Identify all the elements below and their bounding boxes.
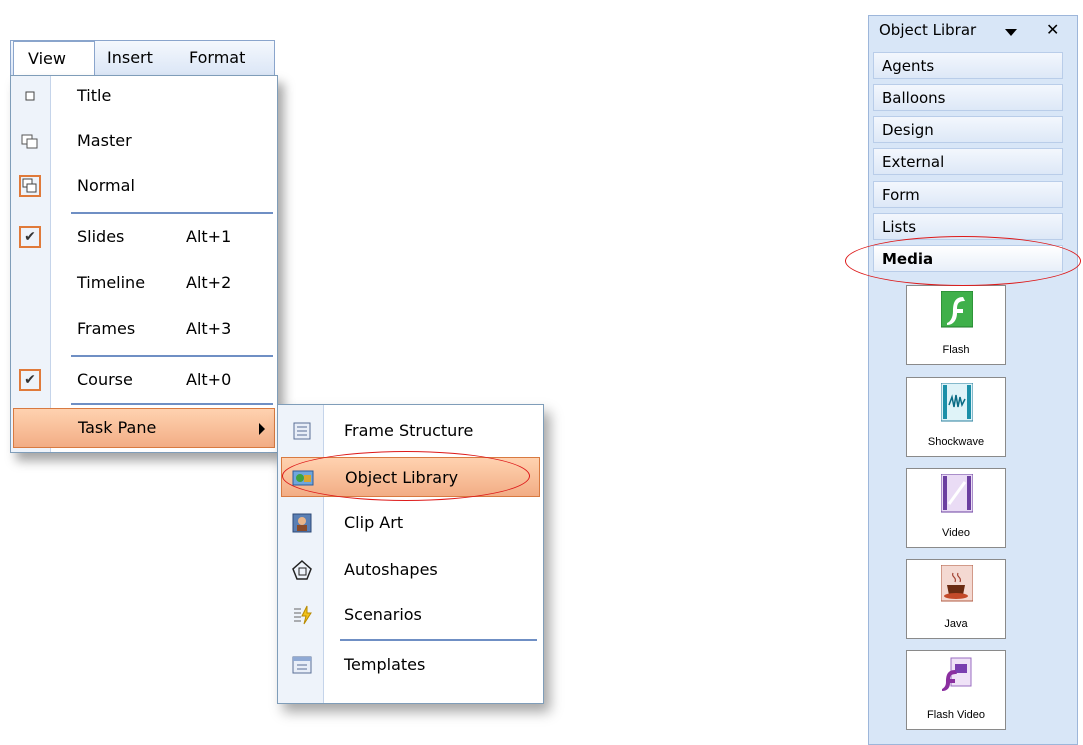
view-menu-item-normal[interactable]: Normal: [11, 166, 277, 208]
frame-structure-icon: [291, 420, 313, 442]
media-item-label: Java: [944, 618, 968, 630]
media-item-video[interactable]: Video: [906, 468, 1006, 548]
object-library-icon: [292, 467, 314, 489]
submenu-arrow-icon: [259, 423, 265, 435]
submenu-item-templates[interactable]: Templates: [278, 643, 543, 687]
submenu-item-scenarios[interactable]: Scenarios: [278, 593, 543, 637]
view-menu-shortcut: Alt+0: [186, 370, 232, 389]
view-menu-label: Slides: [77, 227, 125, 246]
submenu-item-object-library[interactable]: Object Library: [281, 457, 540, 497]
submenu-label: Autoshapes: [344, 560, 438, 579]
category-label: Form: [882, 186, 920, 204]
view-menu-shortcut: Alt+3: [186, 319, 232, 338]
shockwave-icon: [941, 383, 973, 422]
menu-view[interactable]: View: [13, 41, 95, 76]
checkmark-icon: ✔: [19, 369, 41, 391]
title-view-icon: [19, 85, 41, 107]
view-menu-item-master[interactable]: Master: [11, 121, 277, 163]
menu-separator: [340, 639, 537, 641]
category-label: External: [882, 153, 945, 171]
master-view-icon: [19, 130, 41, 152]
submenu-label: Templates: [344, 655, 426, 674]
media-item-flash[interactable]: Flash: [906, 285, 1006, 365]
media-item-shockwave[interactable]: Shockwave: [906, 377, 1006, 457]
clip-art-icon: [291, 512, 313, 534]
task-pane-submenu: Frame Structure Object Library Clip Art …: [277, 404, 544, 704]
normal-view-icon: [19, 175, 41, 197]
media-item-label: Flash: [942, 344, 970, 356]
category-media[interactable]: Media: [873, 245, 1063, 272]
flash-icon: [941, 291, 973, 328]
object-library-pane: Object Librar ✕ Agents Balloons Design E…: [868, 15, 1078, 745]
menu-format[interactable]: Format: [189, 41, 245, 75]
submenu-item-frame-structure[interactable]: Frame Structure: [278, 409, 543, 453]
menu-insert-label: Insert: [107, 48, 153, 67]
close-icon[interactable]: ✕: [1046, 20, 1059, 39]
category-agents[interactable]: Agents: [873, 52, 1063, 79]
view-menu-label: Frames: [77, 319, 136, 338]
java-icon: [941, 565, 973, 602]
view-menu-shortcut: Alt+2: [186, 273, 232, 292]
submenu-label: Frame Structure: [344, 421, 474, 440]
menu-separator: [71, 355, 273, 357]
view-menu-label: Timeline: [77, 273, 146, 292]
view-menu-item-frames[interactable]: Frames Alt+3: [11, 309, 277, 351]
media-item-label: Flash Video: [927, 709, 985, 721]
media-item-label: Video: [942, 527, 970, 539]
view-menu-shortcut: Alt+1: [186, 227, 232, 246]
menu-view-label: View: [28, 49, 66, 68]
category-label: Lists: [882, 218, 917, 236]
templates-icon: [291, 654, 313, 676]
media-item-java[interactable]: Java: [906, 559, 1006, 639]
pane-title[interactable]: Object Librar: [879, 21, 976, 39]
submenu-label: Scenarios: [344, 605, 422, 624]
menu-bar: View Insert Format: [10, 40, 275, 76]
category-label: Design: [882, 121, 934, 139]
category-label: Balloons: [882, 89, 946, 107]
submenu-label: Object Library: [345, 468, 459, 487]
view-menu: Title Master Normal ✔ Slides Alt+1 Timel…: [10, 75, 278, 453]
category-form[interactable]: Form: [873, 181, 1063, 208]
view-menu-item-course[interactable]: ✔ Course Alt+0: [11, 360, 277, 402]
menu-format-label: Format: [189, 48, 246, 67]
checkmark-icon: ✔: [19, 226, 41, 248]
scenarios-icon: [291, 604, 313, 626]
submenu-item-autoshapes[interactable]: Autoshapes: [278, 548, 543, 592]
menu-separator: [71, 212, 273, 214]
submenu-label: Clip Art: [344, 513, 404, 532]
category-label: Agents: [882, 57, 935, 75]
flash-video-icon: [942, 657, 972, 691]
view-menu-label: Title: [77, 86, 112, 105]
media-item-label: Shockwave: [927, 436, 985, 448]
view-menu-label: Course: [77, 370, 133, 389]
menu-insert[interactable]: Insert: [107, 41, 153, 75]
dropdown-arrow-icon[interactable]: [1005, 29, 1017, 36]
view-menu-item-task-pane[interactable]: Task Pane: [13, 408, 275, 448]
category-balloons[interactable]: Balloons: [873, 84, 1063, 111]
category-label: Media: [882, 250, 934, 268]
view-menu-label: Normal: [77, 176, 135, 195]
category-external[interactable]: External: [873, 148, 1063, 175]
view-menu-label: Master: [77, 131, 132, 150]
view-menu-label: Task Pane: [78, 418, 157, 437]
category-design[interactable]: Design: [873, 116, 1063, 143]
view-menu-item-title[interactable]: Title: [11, 76, 277, 118]
category-lists[interactable]: Lists: [873, 213, 1063, 240]
view-menu-item-slides[interactable]: ✔ Slides Alt+1: [11, 217, 277, 259]
menu-separator: [71, 403, 273, 405]
video-icon: [941, 474, 973, 513]
autoshapes-icon: [291, 559, 313, 581]
submenu-item-clip-art[interactable]: Clip Art: [278, 501, 543, 545]
media-item-flash-video[interactable]: Flash Video: [906, 650, 1006, 730]
view-menu-item-timeline[interactable]: Timeline Alt+2: [11, 263, 277, 305]
